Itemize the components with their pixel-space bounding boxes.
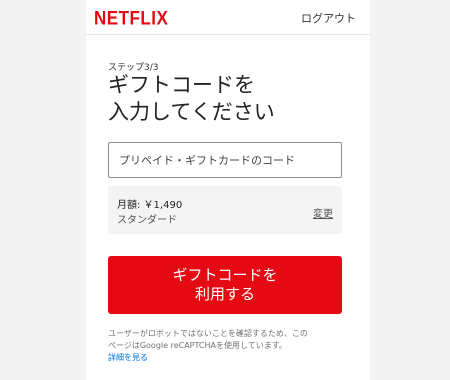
header: NETFLIX ログアウト xyxy=(86,0,370,35)
redeem-button-label-line-1: ギフトコードを xyxy=(172,266,278,284)
plan-summary: 月額: ￥1,490 スタンダード 変更 xyxy=(108,186,342,234)
redeem-button-label-line-2: 利用する xyxy=(194,285,255,303)
page-title: ギフトコードを 入力してください xyxy=(108,72,358,126)
recaptcha-notice: ユーザーがロボットではないことを確認するため、この ページはGoogle reC… xyxy=(108,328,342,364)
plan-price: 月額: ￥1,490 xyxy=(117,200,183,211)
gift-code-input[interactable] xyxy=(108,142,342,178)
signup-panel: NETFLIX ログアウト ステップ3/3 ギフトコードを 入力してください 月… xyxy=(86,0,370,380)
page-title-line-2: 入力してください xyxy=(108,100,275,124)
recaptcha-notice-line-2: ページはGoogle reCAPTCHAを使用しています。 xyxy=(108,341,287,350)
change-plan-link[interactable]: 変更 xyxy=(313,205,333,220)
redeem-gift-code-button[interactable]: ギフトコードを 利用する xyxy=(108,256,342,314)
plan-name: スタンダード xyxy=(117,215,177,226)
page-title-line-1: ギフトコードを xyxy=(108,73,255,97)
netflix-logo[interactable]: NETFLIX xyxy=(94,7,168,30)
learn-more-link[interactable]: 詳細を見る xyxy=(108,353,148,362)
logout-link[interactable]: ログアウト xyxy=(301,10,356,26)
recaptcha-notice-line-1: ユーザーがロボットではないことを確認するため、この xyxy=(108,329,308,338)
